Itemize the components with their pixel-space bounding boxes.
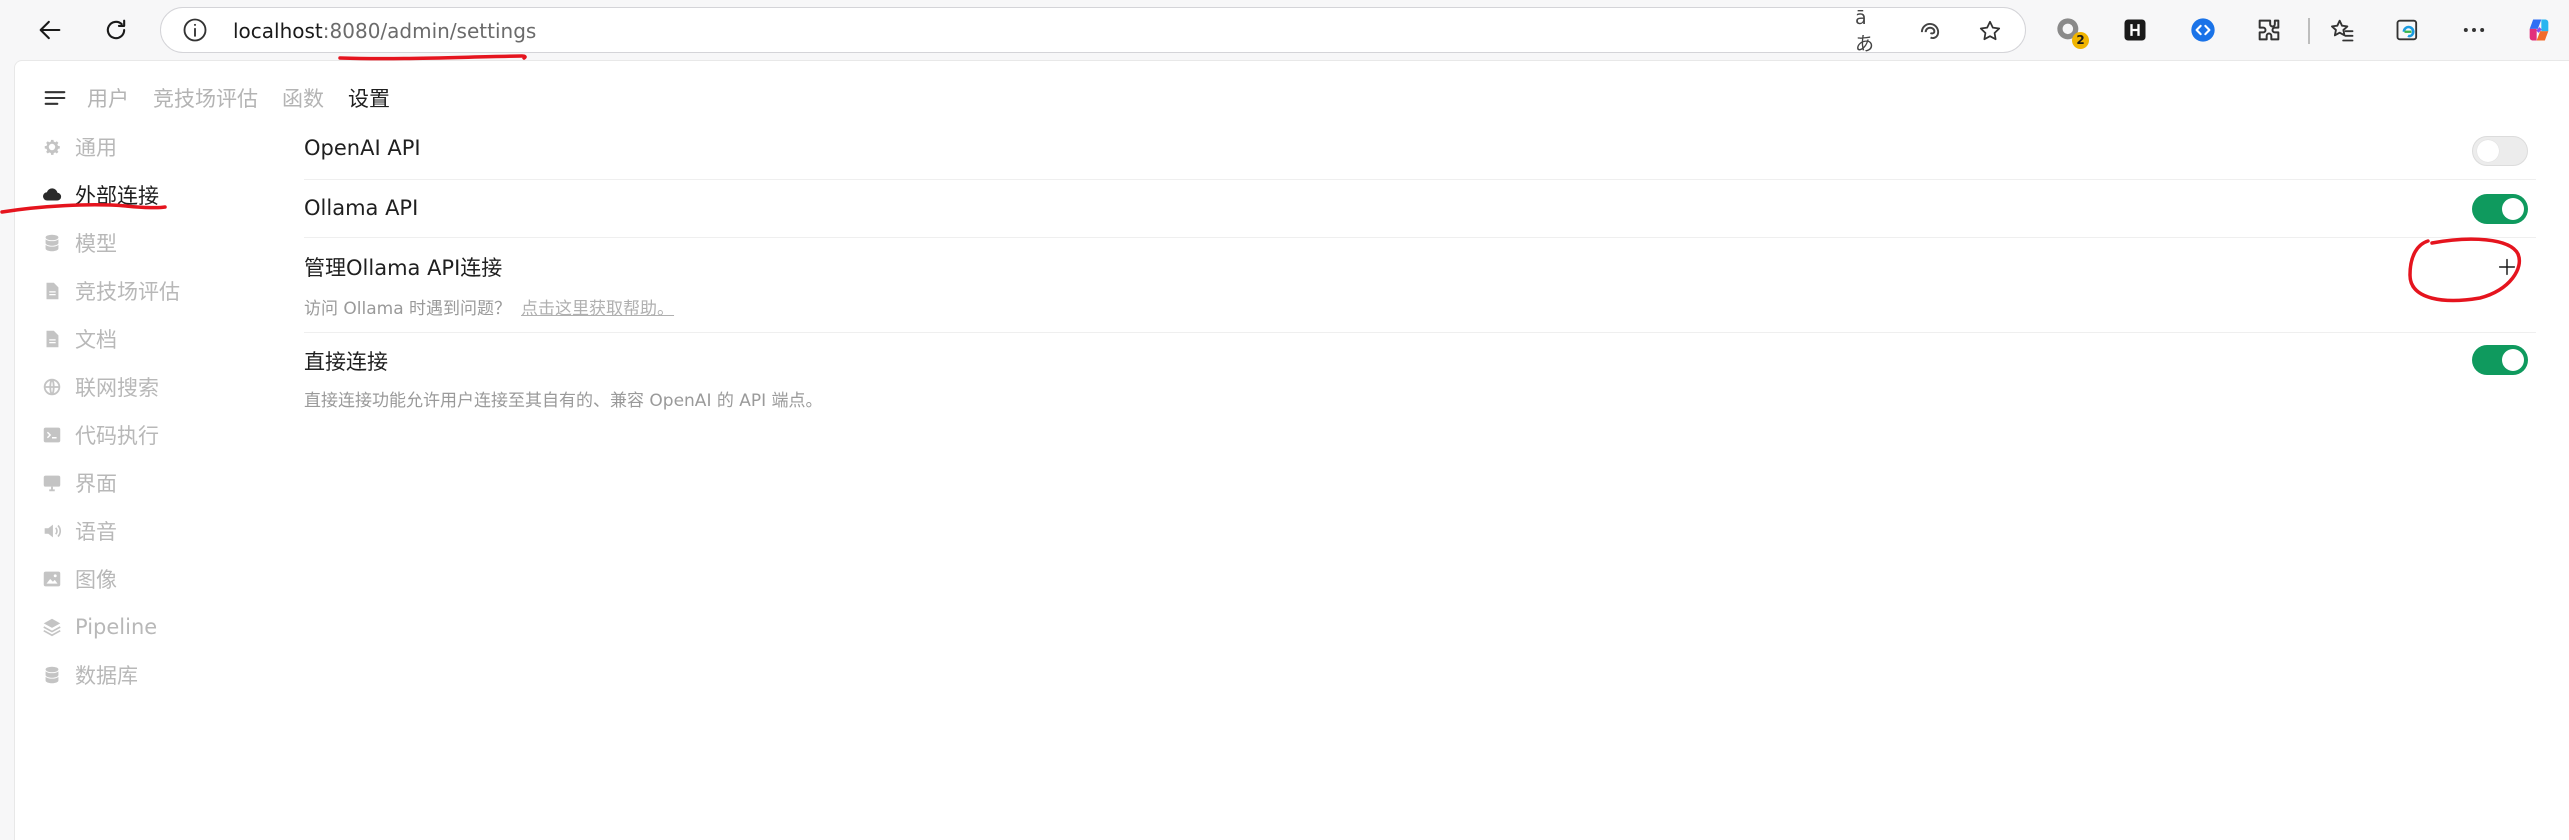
sidebar-item-label: 图像 — [75, 568, 117, 592]
top-navigation: 用户 竞技场评估 函数 设置 — [41, 81, 414, 115]
help-link[interactable]: 点击这里获取帮助。 — [521, 299, 674, 319]
extensions-icon[interactable] — [2254, 15, 2284, 45]
openai-api-row: OpenAI API — [304, 121, 2536, 180]
code-extension-icon[interactable] — [2188, 15, 2218, 45]
sidebar-item-connections[interactable]: 外部连接 — [41, 171, 221, 219]
sidebar-item-web-search[interactable]: 联网搜索 — [41, 363, 221, 411]
translate-icon[interactable]: āあ — [1855, 7, 1885, 55]
document-icon — [46, 282, 59, 300]
toggle-knob — [2502, 198, 2524, 220]
sidebar-item-arena-evaluation[interactable]: 竞技场评估 — [41, 267, 221, 315]
tab-arena-evaluation[interactable]: 竞技场评估 — [153, 83, 258, 113]
toolbar-divider — [2308, 18, 2310, 44]
sidebar-item-label: 数据库 — [75, 664, 138, 688]
h-extension-icon[interactable] — [2120, 15, 2150, 45]
globe-icon — [43, 378, 61, 396]
direct-connections-row: 直接连接 直接连接功能允许用户连接至其自有的、兼容 OpenAI 的 API 端… — [304, 333, 2536, 413]
direct-connections-description: 直接连接功能允许用户连接至其自有的、兼容 OpenAI 的 API 端点。 — [304, 391, 823, 411]
address-bar[interactable]: localhost:8080/admin/settings āあ — [160, 7, 2026, 55]
manage-ollama-label: 管理Ollama API连接 — [304, 256, 503, 280]
toggle-knob — [2502, 349, 2524, 371]
openai-api-label: OpenAI API — [304, 136, 421, 160]
favorites-icon[interactable] — [2327, 15, 2357, 45]
manage-ollama-row: 管理Ollama API连接 访问 Ollama 时遇到问题？ 点击这里获取帮助。 — [304, 238, 2536, 333]
browser-toolbar: localhost:8080/admin/settings āあ 2 — [0, 0, 2569, 60]
toggle-knob — [2477, 140, 2499, 162]
sidebar-item-pipeline[interactable]: Pipeline — [41, 603, 221, 651]
plus-icon — [2498, 258, 2516, 276]
ollama-api-row: Ollama API — [304, 180, 2536, 238]
star-icon[interactable] — [1975, 16, 2005, 46]
cloud-icon — [43, 188, 62, 201]
url-text[interactable]: localhost:8080/admin/settings — [233, 17, 536, 45]
sidebar-item-models[interactable]: 模型 — [41, 219, 221, 267]
speaker-icon — [44, 524, 62, 538]
sidebar-item-documents[interactable]: 文档 — [41, 315, 221, 363]
back-arrow-icon[interactable] — [28, 8, 72, 52]
sidebar-item-label: 通用 — [75, 136, 117, 160]
image-icon — [43, 571, 61, 587]
direct-connections-toggle[interactable] — [2472, 345, 2528, 375]
direct-connections-label: 直接连接 — [304, 350, 388, 374]
copilot-icon[interactable] — [2524, 15, 2554, 45]
openai-api-toggle[interactable] — [2472, 136, 2528, 166]
connections-settings: OpenAI API Ollama API 管理Ollama API连接 访问 … — [304, 121, 2536, 413]
sidebar-item-label: 界面 — [75, 472, 117, 496]
sidebar-item-images[interactable]: 图像 — [41, 555, 221, 603]
tab-settings[interactable]: 设置 — [348, 83, 390, 113]
layers-icon — [43, 618, 61, 637]
extension-badge-icon[interactable]: 2 — [2054, 15, 2089, 49]
sidebar-item-interface[interactable]: 界面 — [41, 459, 221, 507]
terminal-icon — [43, 427, 61, 443]
ollama-api-label: Ollama API — [304, 196, 419, 220]
refresh-icon[interactable] — [94, 8, 138, 52]
sidebar-item-label: 竞技场评估 — [75, 280, 180, 304]
sidebar-item-label: 语音 — [75, 520, 117, 544]
sidebar-item-label: Pipeline — [75, 615, 158, 639]
ollama-api-toggle[interactable] — [2472, 194, 2528, 224]
sidebar-item-label: 外部连接 — [75, 184, 159, 208]
sidebar-item-label: 联网搜索 — [75, 376, 159, 400]
tab-functions[interactable]: 函数 — [282, 83, 324, 113]
tab-users[interactable]: 用户 — [87, 83, 129, 113]
gear-icon — [44, 139, 60, 155]
database-icon — [45, 234, 59, 252]
edge-bar-icon[interactable] — [1915, 16, 1945, 46]
app-page: 用户 竞技场评估 函数 设置 通用 外部连接 模型 竞技场评估 文档 联网搜索 — [14, 60, 2569, 840]
extension-count-badge: 2 — [2072, 32, 2089, 49]
database-icon — [45, 666, 59, 684]
document-icon — [46, 330, 59, 348]
ollama-help-text: 访问 Ollama 时遇到问题？ 点击这里获取帮助。 — [304, 299, 675, 319]
add-connection-button[interactable] — [2492, 252, 2522, 282]
more-icon[interactable] — [2459, 15, 2489, 45]
sidebar-item-audio[interactable]: 语音 — [41, 507, 221, 555]
sidebar-item-label: 代码执行 — [75, 424, 159, 448]
sidebar-item-general[interactable]: 通用 — [41, 123, 221, 171]
sidebar-item-code-execution[interactable]: 代码执行 — [41, 411, 221, 459]
settings-sidebar: 通用 外部连接 模型 竞技场评估 文档 联网搜索 代码执行 界面 语音 图像 P… — [41, 123, 221, 699]
sidebar-item-label: 文档 — [75, 328, 117, 352]
menu-icon[interactable] — [41, 84, 69, 112]
sidebar-item-label: 模型 — [75, 232, 117, 256]
sidebar-item-database[interactable]: 数据库 — [41, 651, 221, 699]
collections-icon[interactable] — [2393, 15, 2423, 45]
monitor-icon — [43, 475, 61, 492]
info-icon[interactable] — [181, 16, 209, 44]
